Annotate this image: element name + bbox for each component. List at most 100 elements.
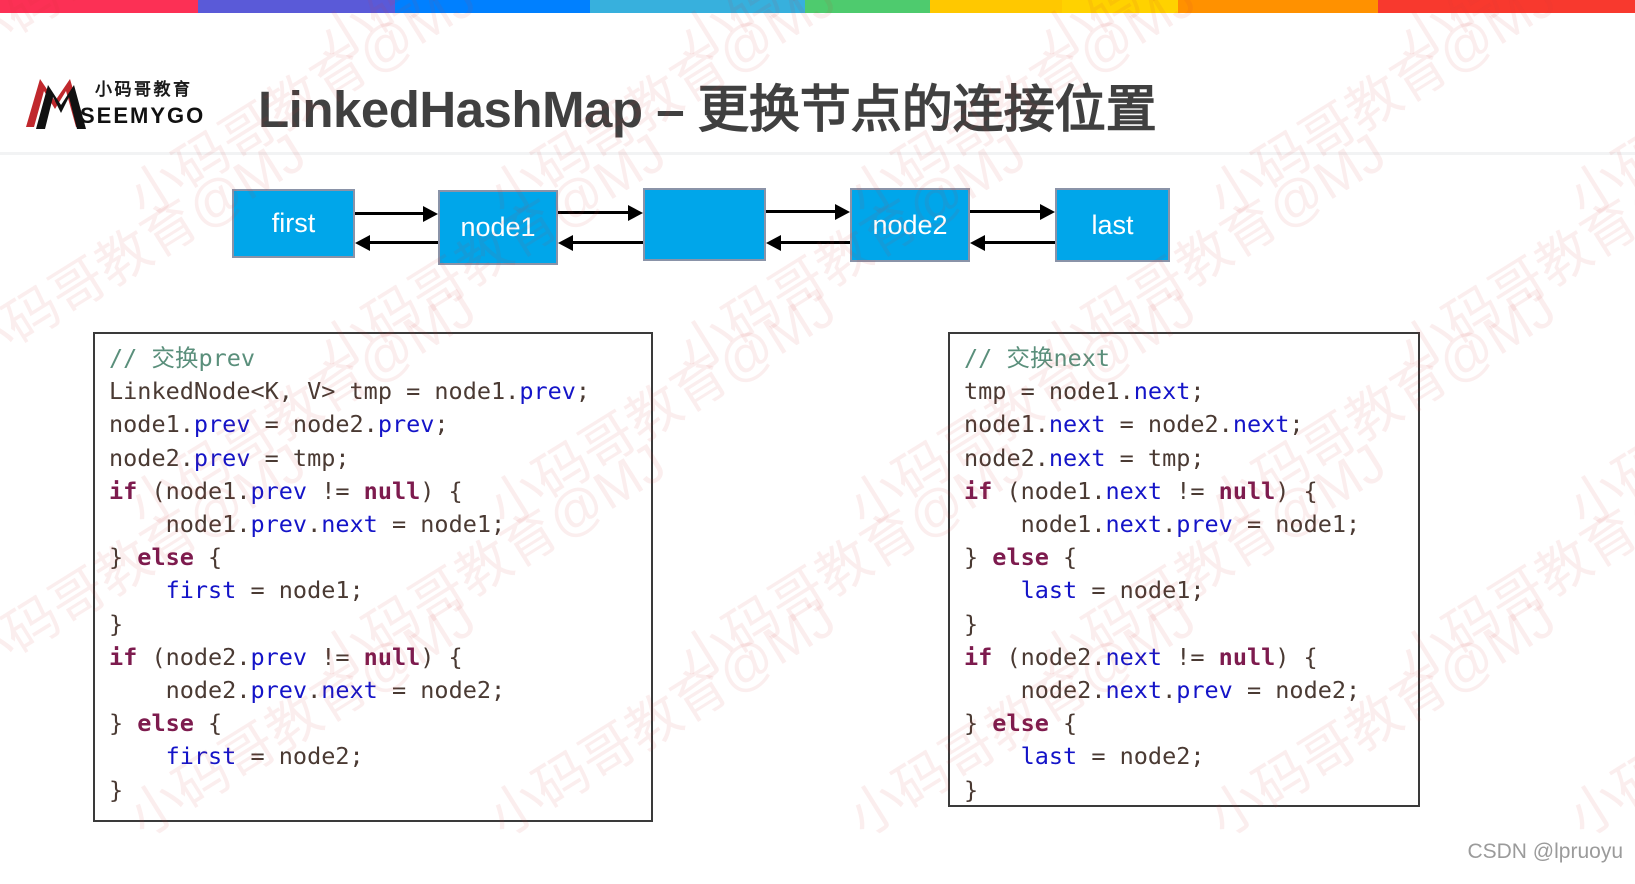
code-token: next — [1232, 410, 1290, 439]
code-line: } — [964, 608, 1408, 641]
top-color-bar — [0, 0, 1635, 13]
code-token: next — [321, 510, 378, 539]
code-token: next — [1105, 676, 1163, 705]
linked-list-diagram: first node1 node2 last — [0, 155, 1635, 315]
code-token: != — [307, 642, 364, 671]
code-token: = node2; — [236, 742, 364, 771]
code-token: node1. — [964, 410, 1049, 439]
arrow-line-prev-0 — [368, 241, 438, 244]
code-token: = node1; — [1232, 510, 1361, 539]
code-token: prev — [193, 443, 251, 472]
color-bar-segment-green — [805, 0, 930, 13]
code-token: // 交换prev — [109, 344, 256, 372]
code-token: . — [307, 676, 322, 705]
code-token: prev — [250, 476, 308, 505]
code-token: (node2. — [992, 642, 1106, 671]
arrow-line-next-0 — [355, 212, 425, 215]
code-token: if — [109, 642, 138, 671]
seemygo-logo: 小码哥教育 SEEMYGO — [22, 69, 237, 131]
code-block-swap-prev: // 交换prev LinkedNode<K, V> tmp = node1. pr… — [93, 332, 653, 822]
code-token: if — [964, 476, 993, 505]
code-token: } — [109, 709, 138, 738]
code-token: } — [109, 543, 138, 572]
code-line: } — [109, 608, 641, 641]
node-box-node2: node2 — [850, 188, 970, 262]
code-token: = node1; — [1077, 576, 1205, 605]
code-token: (node2. — [137, 642, 251, 671]
code-token: = node1; — [236, 576, 364, 605]
code-line: } — [109, 774, 641, 807]
code-token: = node1; — [377, 510, 506, 539]
code-token: } — [964, 609, 979, 638]
slide-header: 小码哥教育 SEEMYGO LinkedHashMap – 更换节点的连接位置 — [0, 13, 1635, 155]
code-line: node1.prev = node2.prev; — [109, 408, 641, 441]
color-bar-segment-red — [0, 0, 198, 13]
code-token: first — [165, 576, 237, 605]
code-token: null — [363, 476, 421, 505]
code-line: node2.prev = tmp; — [109, 442, 641, 475]
arrow-head-prev-1 — [558, 235, 573, 251]
code-token: next — [1133, 377, 1191, 406]
arrow-head-prev-3 — [970, 235, 985, 251]
code-token: node2. — [964, 676, 1106, 705]
code-line: } else { — [964, 541, 1408, 574]
code-token: { — [1048, 709, 1078, 738]
code-line: if (node1.next != null) { — [964, 475, 1408, 508]
code-line: // 交换prev — [109, 342, 641, 375]
code-token: node2. — [109, 443, 194, 472]
arrow-head-prev-2 — [766, 235, 781, 251]
arrow-line-prev-2 — [779, 241, 850, 244]
code-token: ) { — [1275, 476, 1318, 505]
color-bar-segment-gold — [1062, 0, 1178, 13]
code-line: // 交换next — [964, 342, 1408, 375]
code-token: { — [193, 543, 223, 572]
code-line: first = node2; — [109, 740, 641, 773]
code-token: else — [992, 543, 1049, 572]
code-token: LinkedNode<K, V> tmp = node1. — [109, 377, 520, 406]
csdn-credit: CSDN @lpruoyu — [1467, 840, 1623, 863]
arrow-head-next-0 — [423, 206, 438, 222]
watermark-text: 小码哥教育@MJ — [1557, 587, 1635, 849]
code-token: ; — [434, 410, 449, 439]
code-token: } — [964, 709, 993, 738]
arrow-line-prev-3 — [983, 241, 1055, 244]
code-token: { — [193, 709, 223, 738]
code-token: prev — [1176, 676, 1233, 705]
code-token: next — [1105, 510, 1163, 539]
code-token: . — [1162, 676, 1177, 705]
code-token: if — [109, 476, 138, 505]
code-line: node1.prev.next = node1; — [109, 508, 641, 541]
code-line: if (node2.prev != null) { — [109, 641, 641, 674]
code-token: // 交换next — [964, 344, 1111, 372]
code-token: null — [363, 642, 421, 671]
code-token: prev — [250, 642, 308, 671]
code-token: else — [137, 709, 194, 738]
code-token: prev — [250, 510, 308, 539]
code-token: node1. — [964, 510, 1106, 539]
code-token: else — [992, 709, 1049, 738]
code-line: } else { — [964, 707, 1408, 740]
page-title-cjk: 更换节点的连接位置 — [697, 81, 1157, 138]
color-bar-segment-red-end — [1378, 0, 1635, 13]
code-token: next — [1105, 642, 1163, 671]
code-token: last — [1020, 742, 1078, 771]
code-line: last = node2; — [964, 740, 1408, 773]
page-title: LinkedHashMap – 更换节点的连接位置 — [258, 68, 1157, 142]
code-token: ) { — [420, 476, 463, 505]
logo-cn-text: 小码哥教育 — [95, 79, 193, 99]
code-token: { — [1048, 543, 1078, 572]
code-line: node2.next = tmp; — [964, 442, 1408, 475]
code-token: next — [1105, 476, 1163, 505]
page-title-main: LinkedHashMap – — [258, 81, 698, 138]
code-line: first = node1; — [109, 574, 641, 607]
code-token: prev — [193, 410, 251, 439]
code-token: . — [1162, 510, 1177, 539]
code-token: last — [1020, 576, 1078, 605]
code-line: if (node2.next != null) { — [964, 641, 1408, 674]
arrow-head-prev-0 — [355, 235, 370, 251]
code-token: != — [307, 476, 364, 505]
code-token: next — [321, 676, 378, 705]
node-box-last: last — [1055, 188, 1170, 262]
